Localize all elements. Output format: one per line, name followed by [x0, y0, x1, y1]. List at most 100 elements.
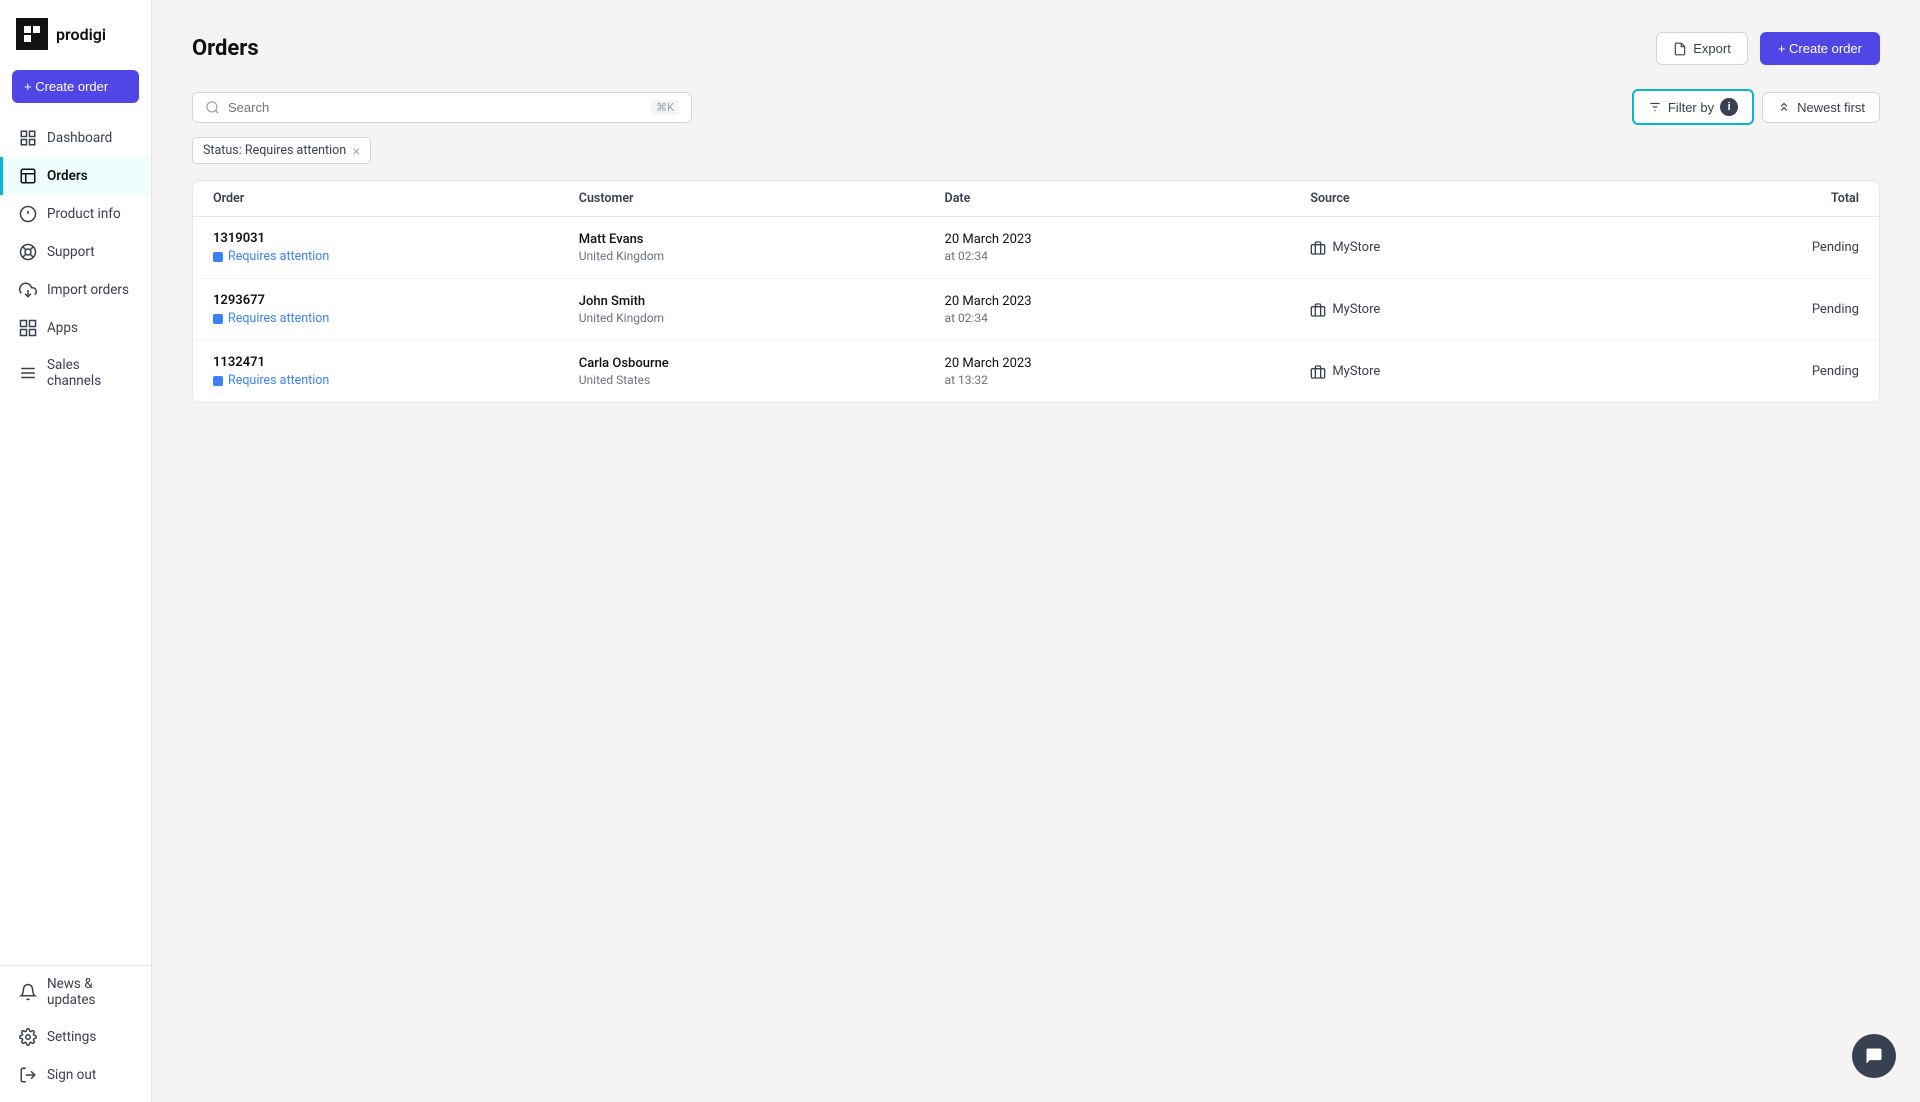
date-cell: 20 March 2023 at 02:34 [945, 294, 1311, 325]
sidebar-item-settings-label: Settings [47, 1029, 96, 1045]
sidebar-item-support[interactable]: Support [0, 233, 151, 271]
logo: prodigi [0, 0, 151, 70]
sort-icon [1777, 100, 1791, 114]
customer-cell: Carla Osbourne United States [579, 356, 945, 387]
status-label: Requires attention [228, 249, 329, 264]
source-name: MyStore [1332, 302, 1380, 317]
source-name: MyStore [1332, 240, 1380, 255]
sidebar-item-dashboard[interactable]: Dashboard [0, 119, 151, 157]
export-button[interactable]: Export [1656, 32, 1748, 65]
customer-cell: Matt Evans United Kingdom [579, 232, 945, 263]
sidebar-item-sign-out-label: Sign out [47, 1067, 96, 1083]
filter-sort: Filter by i Newest first [1632, 89, 1880, 125]
search-input[interactable] [228, 100, 643, 115]
total-cell: Pending [1676, 302, 1859, 317]
orders-table: Order Customer Date Source Total 1319031… [192, 180, 1880, 403]
create-order-header-label: + Create order [1778, 41, 1862, 56]
total-cell: Pending [1676, 364, 1859, 379]
sort-button[interactable]: Newest first [1762, 92, 1880, 123]
sidebar-item-settings[interactable]: Settings [0, 1018, 151, 1056]
status-label: Requires attention [228, 311, 329, 326]
sidebar-item-orders[interactable]: Orders [0, 157, 151, 195]
table-row[interactable]: 1319031 Requires attention Matt Evans Un… [193, 217, 1879, 279]
source-cell: MyStore [1310, 364, 1676, 380]
col-customer: Customer [579, 191, 945, 206]
logo-icon [16, 18, 48, 50]
sidebar-item-product-info-label: Product info [47, 206, 121, 222]
store-icon [1310, 240, 1326, 256]
store-icon [1310, 364, 1326, 380]
sidebar-create-order-button[interactable]: + Create order [12, 70, 139, 103]
order-status[interactable]: Requires attention [213, 311, 579, 326]
search-box[interactable]: ⌘K [192, 92, 692, 123]
filter-tag-status: Status: Requires attention × [192, 137, 371, 164]
status-dot [213, 376, 223, 386]
chat-button[interactable] [1852, 1034, 1896, 1078]
sidebar-item-product-info[interactable]: Product info [0, 195, 151, 233]
source-cell: MyStore [1310, 240, 1676, 256]
header-actions: Export + Create order [1656, 32, 1880, 65]
customer-name: Carla Osbourne [579, 356, 945, 371]
date-cell: 20 March 2023 at 13:32 [945, 356, 1311, 387]
filter-icon [1648, 100, 1662, 114]
page-header: Orders Export + Create order [192, 32, 1880, 65]
customer-name: Matt Evans [579, 232, 945, 247]
date-cell: 20 March 2023 at 02:34 [945, 232, 1311, 263]
status-dot [213, 252, 223, 262]
filter-count-badge: i [1720, 98, 1738, 116]
sidebar-item-apps-label: Apps [47, 320, 78, 336]
col-order: Order [213, 191, 579, 206]
source-name: MyStore [1332, 364, 1380, 379]
store-icon [1310, 302, 1326, 318]
status-dot [213, 314, 223, 324]
total-cell: Pending [1676, 240, 1859, 255]
sidebar-item-sales-channels[interactable]: Sales channels [0, 347, 151, 399]
order-id: 1319031 [213, 231, 579, 246]
table-row[interactable]: 1293677 Requires attention John Smith Un… [193, 279, 1879, 341]
table-header: Order Customer Date Source Total [193, 181, 1879, 217]
order-cell: 1132471 Requires attention [213, 355, 579, 388]
page-title: Orders [192, 36, 259, 61]
date-main: 20 March 2023 [945, 294, 1311, 309]
col-total: Total [1676, 191, 1859, 206]
table-row[interactable]: 1132471 Requires attention Carla Osbourn… [193, 341, 1879, 402]
filter-label: Filter by [1668, 100, 1714, 115]
date-main: 20 March 2023 [945, 356, 1311, 371]
create-order-header-button[interactable]: + Create order [1760, 32, 1880, 65]
sidebar-item-news-updates-label: News & updates [47, 976, 135, 1008]
brand-name: prodigi [56, 25, 106, 44]
date-main: 20 March 2023 [945, 232, 1311, 247]
source-cell: MyStore [1310, 302, 1676, 318]
customer-name: John Smith [579, 294, 945, 309]
sidebar-item-import-orders[interactable]: Import orders [0, 271, 151, 309]
main-content: Orders Export + Create order ⌘K Filter b… [152, 0, 1920, 1102]
status-label: Requires attention [228, 373, 329, 388]
sidebar-item-support-label: Support [47, 244, 95, 260]
order-status[interactable]: Requires attention [213, 373, 579, 388]
customer-cell: John Smith United Kingdom [579, 294, 945, 325]
sidebar-bottom: News & updates Settings Sign out [0, 965, 151, 1102]
col-source: Source [1310, 191, 1676, 206]
sidebar-item-sign-out[interactable]: Sign out [0, 1056, 151, 1094]
customer-country: United Kingdom [579, 311, 945, 325]
toolbar: ⌘K Filter by i Newest first [192, 89, 1880, 125]
sidebar-item-news-updates[interactable]: News & updates [0, 966, 151, 1018]
sidebar-nav: Dashboard Orders Product info Support Im… [0, 119, 151, 965]
sidebar-item-orders-label: Orders [47, 168, 88, 184]
date-time: at 02:34 [945, 311, 1311, 325]
sidebar-item-apps[interactable]: Apps [0, 309, 151, 347]
search-shortcut: ⌘K [651, 100, 679, 115]
sidebar-item-dashboard-label: Dashboard [47, 130, 112, 146]
customer-country: United Kingdom [579, 249, 945, 263]
customer-country: United States [579, 373, 945, 387]
order-cell: 1293677 Requires attention [213, 293, 579, 326]
filter-tag-remove-button[interactable]: × [352, 144, 360, 158]
sort-label: Newest first [1797, 100, 1865, 115]
order-status[interactable]: Requires attention [213, 249, 579, 264]
filter-by-button[interactable]: Filter by i [1632, 89, 1754, 125]
export-label: Export [1693, 41, 1731, 56]
order-id: 1293677 [213, 293, 579, 308]
sidebar-item-import-orders-label: Import orders [47, 282, 129, 298]
order-id: 1132471 [213, 355, 579, 370]
col-date: Date [945, 191, 1311, 206]
